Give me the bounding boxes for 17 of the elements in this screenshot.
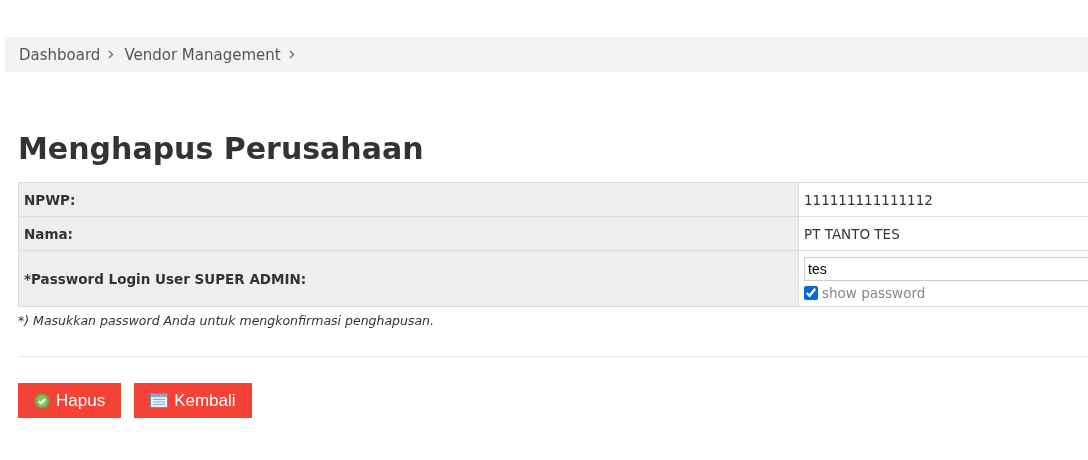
field-label: NPWP: (18, 182, 799, 217)
field-value: 111111111111112 (798, 182, 1088, 217)
checkbox-label: show password (822, 285, 926, 301)
breadcrumb-link[interactable]: Dashboard (19, 45, 101, 64)
page-title: Menghapus Perusahaan (18, 130, 425, 168)
show-password-checkbox[interactable] (804, 286, 818, 300)
delete-button[interactable]: Hapus (18, 383, 122, 418)
note-text: *) Masukkan password Anda untuk mengkonfirmasi penghapusan. (18, 313, 435, 328)
check-icon (34, 392, 50, 409)
field-label: Nama: (18, 216, 799, 251)
breadcrumb-link[interactable]: Vendor Management (124, 45, 281, 64)
chevron-icon (288, 50, 295, 59)
table-icon (150, 393, 169, 408)
chevron-icon (108, 50, 115, 59)
back-button[interactable]: Kembali (134, 383, 252, 418)
field-label: *Password Login User SUPER ADMIN: (18, 250, 799, 307)
password-field[interactable]: tes (804, 257, 1088, 281)
